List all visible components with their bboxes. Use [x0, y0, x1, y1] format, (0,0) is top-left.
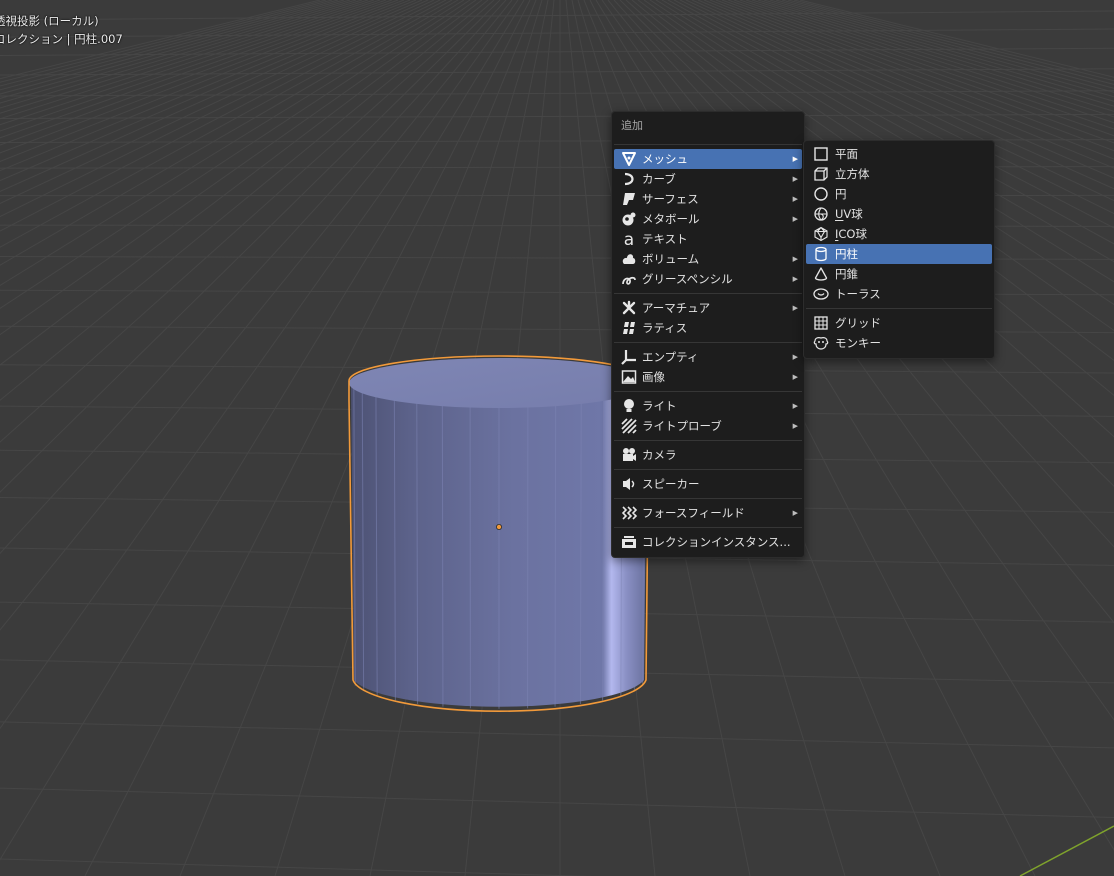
submenu-item-cylinder[interactable]: 円柱 — [806, 244, 992, 264]
submenu-arrow-icon: ▶ — [792, 195, 798, 203]
menu-separator — [806, 308, 992, 309]
uv-sphere-label-rest: V球 — [843, 207, 863, 221]
submenu-item-ico-sphere[interactable]: ICO球 — [806, 224, 992, 244]
submenu-item-grid[interactable]: グリッド — [806, 313, 992, 333]
submenu-arrow-icon: ▶ — [792, 509, 798, 517]
menu-item-curve[interactable]: カーブ ▶ — [614, 169, 802, 189]
submenu-arrow-icon: ▶ — [792, 155, 798, 163]
menu-separator — [614, 391, 802, 392]
menu-item-force-field[interactable]: フォースフィールド ▶ — [614, 503, 802, 523]
menu-item-text[interactable]: a テキスト — [614, 229, 802, 250]
menu-item-mesh[interactable]: メッシュ ▶ — [614, 149, 802, 169]
text-icon: a — [621, 230, 637, 250]
menu-item-speaker[interactable]: スピーカー — [614, 474, 802, 494]
ico-sphere-label-rest: CO球 — [838, 227, 867, 241]
menu-separator — [614, 144, 802, 145]
submenu-arrow-icon: ▶ — [792, 215, 798, 223]
menu-item-volume[interactable]: ボリューム ▶ — [614, 249, 802, 269]
submenu-arrow-icon: ▶ — [792, 422, 798, 430]
ico-sphere-icon — [813, 226, 829, 242]
menu-item-grease-pencil[interactable]: グリースペンシル ▶ — [614, 269, 802, 289]
submenu-item-uv-sphere[interactable]: UV球 — [806, 204, 992, 224]
menu-separator — [614, 527, 802, 528]
submenu-item-plane[interactable]: 平面 — [806, 144, 992, 164]
image-icon — [621, 369, 637, 385]
menu-item-surface[interactable]: サーフェス ▶ — [614, 189, 802, 209]
light-icon — [621, 398, 637, 414]
cone-icon — [813, 266, 829, 282]
menu-separator — [614, 440, 802, 441]
menu-item-lattice[interactable]: ラティス — [614, 318, 802, 338]
curve-icon — [621, 171, 637, 187]
monkey-icon — [813, 335, 829, 351]
grid-icon — [813, 315, 829, 331]
menu-item-image[interactable]: 画像 ▶ — [614, 367, 802, 387]
plane-icon — [813, 146, 829, 162]
empty-icon — [621, 349, 637, 365]
3d-viewport[interactable] — [0, 0, 1114, 876]
view-perspective-label: 透視投影 (ローカル) — [0, 14, 99, 28]
surface-icon — [621, 191, 637, 207]
light-probe-icon — [621, 418, 637, 434]
volume-icon — [621, 251, 637, 267]
mesh-icon — [621, 151, 637, 167]
lattice-icon — [621, 320, 637, 336]
cylinder-icon — [813, 246, 829, 262]
collection-object-label: コレクション | 円柱.007 — [0, 32, 123, 46]
submenu-arrow-icon: ▶ — [792, 353, 798, 361]
selected-cylinder[interactable] — [348, 355, 650, 712]
menu-item-empty[interactable]: エンプティ ▶ — [614, 347, 802, 367]
menu-separator — [614, 293, 802, 294]
metaball-icon — [621, 211, 637, 227]
mesh-submenu: 平面 立方体 円 UV球 ICO球 円柱 円錐 トーラス グリッド モンキー — [803, 140, 995, 359]
torus-icon — [813, 286, 829, 302]
submenu-arrow-icon: ▶ — [792, 175, 798, 183]
menu-item-camera[interactable]: カメラ — [614, 445, 802, 465]
svg-text:a: a — [624, 230, 634, 250]
submenu-arrow-icon: ▶ — [792, 402, 798, 410]
submenu-arrow-icon: ▶ — [792, 255, 798, 263]
menu-item-light[interactable]: ライト ▶ — [614, 396, 802, 416]
force-field-icon — [621, 505, 638, 521]
cube-icon — [813, 166, 829, 182]
add-menu-title: 追加 — [621, 119, 643, 132]
menu-item-armature[interactable]: アーマチュア ▶ — [614, 298, 802, 318]
menu-separator — [614, 469, 802, 470]
speaker-icon — [621, 476, 637, 492]
add-menu: 追加 メッシュ ▶ カーブ ▶ サーフェス ▶ メタボール ▶ a テキスト ボリューム… — [611, 111, 805, 558]
submenu-arrow-icon: ▶ — [792, 373, 798, 381]
armature-icon — [621, 300, 637, 316]
collection-instance-icon — [621, 534, 637, 550]
menu-item-light-probe[interactable]: ライトプローブ ▶ — [614, 416, 802, 436]
submenu-arrow-icon: ▶ — [792, 275, 798, 283]
submenu-arrow-icon: ▶ — [792, 304, 798, 312]
submenu-item-cone[interactable]: 円錐 — [806, 264, 992, 284]
menu-item-collection-instance[interactable]: コレクションインスタンス... — [614, 532, 802, 552]
menu-separator — [614, 342, 802, 343]
circle-icon — [813, 186, 829, 202]
menu-separator — [614, 498, 802, 499]
submenu-item-torus[interactable]: トーラス — [806, 284, 992, 304]
menu-item-metaball[interactable]: メタボール ▶ — [614, 209, 802, 229]
camera-icon — [621, 447, 637, 463]
uv-sphere-icon — [813, 206, 829, 222]
grease-pencil-icon — [621, 271, 637, 287]
submenu-item-cube[interactable]: 立方体 — [806, 164, 992, 184]
object-origin — [495, 524, 502, 531]
submenu-item-circle[interactable]: 円 — [806, 184, 992, 204]
submenu-item-monkey[interactable]: モンキー — [806, 333, 992, 353]
